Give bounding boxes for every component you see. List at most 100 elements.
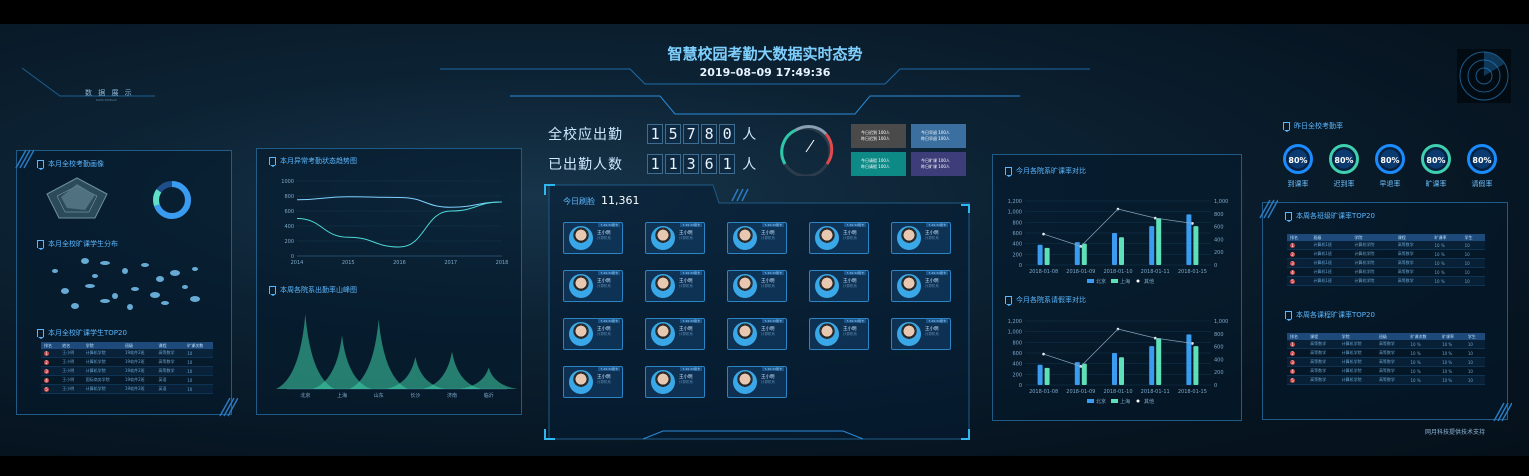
x-tick-label: 2018-01-10 <box>1103 269 1132 275</box>
table-cell: 高等数学 <box>1307 375 1339 385</box>
checkin-card[interactable]: 7:49:32刷卡 王小明 计算机系 <box>727 318 787 350</box>
table-row[interactable]: 1 王小明 计算机学院 19软件2班 高等数学 10 <box>41 349 213 358</box>
checkin-card[interactable]: 7:49:32刷卡 王小明 计算机系 <box>727 270 787 302</box>
data-display-frame <box>21 67 155 97</box>
table-cell: 王小明 <box>59 357 83 367</box>
card-time-tag: 7:49:32刷卡 <box>680 271 702 275</box>
card-sub: 计算机系 <box>679 236 693 240</box>
dept-top-title: 本周各班级旷课率TOP20 <box>1285 211 1375 222</box>
avatar <box>815 274 839 298</box>
bubble-point <box>71 303 79 309</box>
column-header: 排名 <box>1287 234 1311 241</box>
avatar <box>897 226 921 250</box>
card-time-tag: 7:49:32刷卡 <box>762 367 784 371</box>
status-line: 昨日迟到 100人 <box>861 136 890 141</box>
checkin-card[interactable]: 7:49:32刷卡 王小明 计算机系 <box>727 366 787 398</box>
table-row[interactable]: 4 王小明 国际商务学院 19软件2班 英语 10 <box>41 375 213 385</box>
table-row[interactable]: 2 计算机1班 计算机学院 高等数学 10 % 10 <box>1287 249 1485 259</box>
table-cell: 10 % <box>1439 366 1465 376</box>
y2-tick-label: 1,000 <box>1214 319 1228 325</box>
checkin-card[interactable]: 7:49:32刷卡 王小明 计算机系 <box>891 222 951 254</box>
y-tick-label: 1,000 <box>1008 330 1022 336</box>
rate-ring: 80% <box>1375 144 1405 174</box>
avatar <box>733 274 757 298</box>
checkin-card[interactable]: 7:49:32刷卡 王小明 计算机系 <box>809 270 869 302</box>
bar <box>1156 218 1162 265</box>
checkin-card[interactable]: 7:49:32刷卡 王小明 计算机系 <box>809 318 869 350</box>
card-time-tag: 7:49:32刷卡 <box>680 223 702 227</box>
abnormal-trend-chart: 020040060080010002014 2015 2016 2017 2018 <box>281 179 508 266</box>
column-header: 课程 <box>155 342 185 349</box>
expected-label: 全校应出勤 <box>548 127 623 143</box>
checkin-card[interactable]: 7:49:32刷卡 王小明 计算机系 <box>645 222 705 254</box>
bar <box>1037 364 1043 385</box>
table-cell: 计算机学院 <box>82 384 122 394</box>
checkin-card[interactable]: 7:49:32刷卡 王小明 计算机系 <box>563 318 623 350</box>
ring-label: 请假率 <box>1471 180 1493 188</box>
table-cell: 10 <box>1464 357 1485 367</box>
donut-chart <box>153 181 191 219</box>
checkin-card[interactable]: 7:49:32刷卡 王小明 计算机系 <box>891 270 951 302</box>
bar <box>1044 367 1050 385</box>
card-time-tag: 7:49:32刷卡 <box>598 223 620 227</box>
y-tick-label: 400 <box>284 224 294 230</box>
card-time-tag: 7:49:32刷卡 <box>762 223 784 227</box>
table-row[interactable]: 4 高等数学 计算机学院 高等数学 10 % 10 % 10 <box>1287 366 1485 376</box>
y-tick-label: 0 <box>1019 263 1022 269</box>
x-tick-label: 上海 <box>337 392 347 399</box>
checkin-card[interactable]: 7:49:32刷卡 王小明 计算机系 <box>563 222 623 254</box>
checkin-card[interactable]: 7:49:32刷卡 王小明 计算机系 <box>809 222 869 254</box>
card-sub: 计算机系 <box>761 332 775 336</box>
table-cell: 1 <box>1287 340 1308 349</box>
table-cell: 高等数学 <box>1307 357 1339 367</box>
card-sub: 计算机系 <box>925 236 939 240</box>
table-cell: 计算机学院 <box>1351 267 1395 277</box>
checkin-card[interactable]: 7:49:32刷卡 王小明 计算机系 <box>645 318 705 350</box>
legend-swatch <box>1111 279 1118 283</box>
table-row[interactable]: 5 高等数学 计算机学院 高等数学 10 % 10 % 10 <box>1287 375 1485 385</box>
checkin-card[interactable]: 7:49:32刷卡 王小明 计算机系 <box>563 270 623 302</box>
table-cell: 19软件2班 <box>121 349 156 358</box>
digit-box: 7 <box>683 124 700 144</box>
table-row[interactable]: 2 高等数学 计算机学院 高等数学 10 % 10 % 10 <box>1287 348 1485 358</box>
bar <box>1081 363 1087 385</box>
card-sub: 计算机系 <box>597 380 611 384</box>
column-header: 学院 <box>1351 234 1395 241</box>
ring-value: 80% <box>1472 156 1492 165</box>
card-sub: 计算机系 <box>597 332 611 336</box>
table-row[interactable]: 2 王小明 计算机学院 19软件2班 高等数学 10 <box>41 357 213 367</box>
bar <box>1119 357 1124 385</box>
compare-panel: 今月各院系旷课率对比 0 200 400 600 800 1,000 1,200 0 200 40… <box>992 154 1242 421</box>
left-panel: 本月全校考勤画像 本月全校旷课学生分布 本月全校旷课学生TOP20 排名 姓名 学院… <box>16 150 232 415</box>
x-tick-label: 临沂 <box>484 392 494 399</box>
table-header: 排名 姓名 学院 班级 课程 旷课次数 <box>41 342 213 349</box>
status-line: 昨日旷课 100人 <box>921 164 950 169</box>
y-tick-label: 800 <box>1012 340 1022 346</box>
table-row[interactable]: 1 高等数学 计算机学院 高等数学 10 % 10 % 10 <box>1287 340 1485 349</box>
speed-gauge <box>780 125 834 176</box>
checkin-card[interactable]: 7:49:32刷卡 王小明 计算机系 <box>645 366 705 398</box>
card-time-tag: 7:49:32刷卡 <box>844 223 866 227</box>
y-tick-label: 800 <box>284 194 294 200</box>
avatar <box>651 226 675 250</box>
table-row[interactable]: 3 计算机1班 计算机学院 高等数学 10 % 10 <box>1287 258 1485 268</box>
table-cell: 高等数学 <box>155 357 185 367</box>
checkin-card[interactable]: 7:49:32刷卡 王小明 计算机系 <box>891 318 951 350</box>
table-row[interactable]: 1 计算机1班 计算机学院 高等数学 10 % 10 <box>1287 241 1485 250</box>
checkin-card[interactable]: 7:49:32刷卡 王小明 计算机系 <box>727 222 787 254</box>
table-row[interactable]: 3 高等数学 计算机学院 高等数学 10 % 10 % 10 <box>1287 357 1485 367</box>
legend-swatch <box>1111 399 1118 403</box>
table-row[interactable]: 5 王小明 计算机学院 19软件2班 英语 10 <box>41 384 213 394</box>
table-row[interactable]: 4 计算机1班 计算机学院 高等数学 10 % 10 <box>1287 267 1485 277</box>
table-row[interactable]: 5 计算机1班 计算机学院 高等数学 10 % 10 <box>1287 276 1485 286</box>
table-cell: 高等数学 <box>1394 276 1432 286</box>
x-tick-label: 2018-01-09 <box>1066 389 1095 395</box>
checkin-card[interactable]: 7:49:32刷卡 王小明 计算机系 <box>563 366 623 398</box>
card-sub: 计算机系 <box>597 236 611 240</box>
table-row[interactable]: 3 王小明 计算机学院 19软件2班 高等数学 10 <box>41 366 213 376</box>
checkin-card[interactable]: 7:49:32刷卡 王小明 计算机系 <box>645 270 705 302</box>
card-sub: 计算机系 <box>761 284 775 288</box>
table-cell: 10 % <box>1431 276 1462 286</box>
digit-box: 0 <box>719 124 736 144</box>
attendance-portrait-title: 本月全校考勤画像 <box>37 159 104 170</box>
